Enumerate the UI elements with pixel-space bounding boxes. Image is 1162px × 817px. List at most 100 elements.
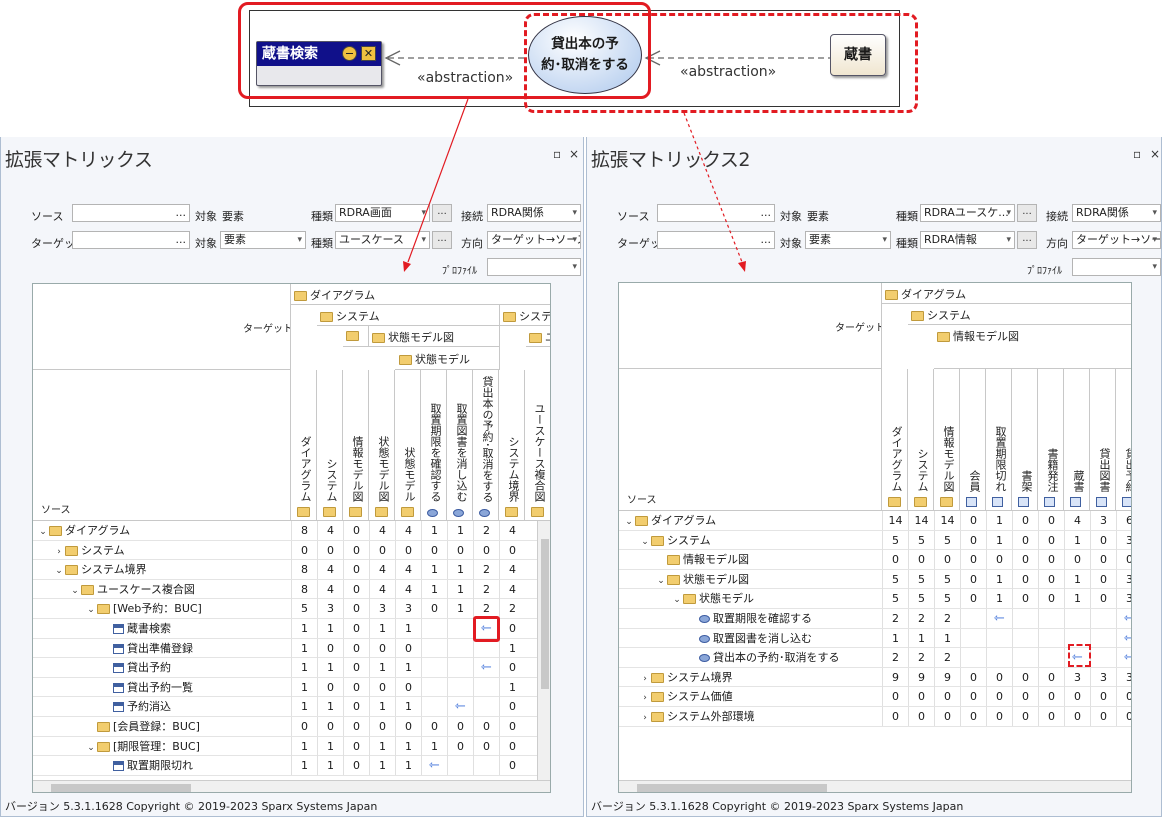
matrix-cell[interactable]: 0	[1012, 550, 1038, 570]
matrix-cell[interactable]: 1	[1064, 589, 1090, 609]
matrix-cell[interactable]: 0	[499, 697, 525, 717]
matrix-cell[interactable]: 0	[1012, 667, 1038, 687]
expander-icon[interactable]: ⌄	[85, 601, 97, 620]
matrix-cell[interactable]: 0	[499, 717, 525, 736]
matrix-cell[interactable]: 0	[317, 638, 343, 658]
table-row[interactable]: ⌄ システム 5 5 5 0 1 0 0 1 0 3	[619, 530, 1131, 551]
matrix-cell[interactable]: 0	[1012, 687, 1038, 707]
expander-icon[interactable]: ⌄	[655, 572, 667, 591]
matrix-cell[interactable]: 0	[499, 658, 525, 678]
matrix-cell[interactable]: 5	[908, 569, 934, 589]
matrix-cell[interactable]: 1	[447, 560, 473, 580]
table-row[interactable]: 蔵書検索 1 1 0 1 1 ⇽ 0	[33, 619, 537, 639]
table-row[interactable]: 取置期限を確認する 2 2 2 ⇽ ⇽	[619, 609, 1131, 629]
matrix-cell[interactable]: 0	[1116, 687, 1131, 707]
matrix-cell[interactable]: 0	[960, 687, 986, 707]
table-row[interactable]: ⌄ [期限管理：BUC] 1 1 0 1 1 1 0 0 0	[33, 736, 537, 757]
matrix-cell[interactable]	[1064, 609, 1090, 628]
expander-icon[interactable]: ›	[53, 543, 65, 562]
matrix-cell[interactable]: 4	[499, 560, 525, 580]
matrix-cell[interactable]: 0	[908, 707, 934, 726]
matrix-cell[interactable]: 0	[499, 540, 525, 560]
matrix-cell[interactable]: 3	[1116, 589, 1131, 609]
matrix-cell[interactable]	[447, 658, 473, 678]
column-header[interactable]: 取置期限切れ	[986, 369, 1012, 511]
matrix-cell[interactable]: 0	[934, 550, 960, 570]
matrix-cell[interactable]: 0	[1038, 707, 1064, 726]
matrix-cell[interactable]: 0	[986, 550, 1012, 570]
matrix-cell[interactable]: 0	[1038, 550, 1064, 570]
matrix-cell[interactable]	[986, 648, 1012, 668]
matrix-cell[interactable]	[421, 638, 447, 658]
matrix-cell[interactable]: 3	[1090, 667, 1116, 687]
matrix-cell[interactable]: 0	[447, 736, 473, 756]
matrix-cell[interactable]: 3	[369, 599, 395, 619]
expander-icon[interactable]: ⌄	[623, 513, 635, 532]
matrix-cell[interactable]: 1	[395, 697, 421, 717]
expander-icon[interactable]: ⌄	[69, 582, 81, 601]
column-header[interactable]: 書架	[1012, 369, 1038, 511]
column-header[interactable]: 書籍発注	[1038, 369, 1064, 511]
column-header[interactable]: 貸出図書	[1090, 369, 1116, 511]
matrix-cell[interactable]: 5	[882, 530, 908, 550]
matrix-cell[interactable]: 0	[343, 521, 369, 540]
matrix-cell[interactable]: 0	[369, 677, 395, 697]
matrix-cell[interactable]	[447, 638, 473, 658]
table-row[interactable]: ⌄ システム境界 8 4 0 4 4 1 1 2 4	[33, 560, 537, 580]
matrix-cell[interactable]: 4	[499, 521, 525, 540]
matrix-cell[interactable]: 4	[369, 521, 395, 540]
horizontal-scrollbar[interactable]	[33, 780, 550, 792]
matrix-cell[interactable]: 5	[908, 530, 934, 550]
column-header[interactable]: 取置期限を確認する	[421, 370, 447, 521]
matrix-cell[interactable]: 4	[395, 560, 421, 580]
matrix-cell[interactable]	[1038, 628, 1064, 648]
matrix-cell[interactable]: 0	[1090, 687, 1116, 707]
matrix-cell[interactable]: 2	[934, 648, 960, 668]
matrix-cell[interactable]: ⇽	[447, 697, 473, 717]
matrix-cell[interactable]: 0	[1064, 707, 1090, 726]
matrix-cell[interactable]: 9	[882, 667, 908, 687]
matrix-cell[interactable]: 1	[317, 697, 343, 717]
matrix-cell[interactable]: 1	[291, 638, 317, 658]
matrix-cell[interactable]: 4	[317, 579, 343, 599]
matrix-cell[interactable]: 1	[291, 697, 317, 717]
column-header[interactable]: 取置図書を消し込む	[447, 370, 473, 521]
matrix-cell[interactable]: ⇽	[1116, 628, 1131, 648]
matrix-cell[interactable]: 1	[369, 619, 395, 638]
matrix-cell[interactable]: 0	[1038, 667, 1064, 687]
matrix-cell[interactable]: 0	[1012, 707, 1038, 726]
matrix-cell[interactable]: ⇽	[986, 609, 1012, 628]
matrix-cell[interactable]	[1012, 628, 1038, 648]
matrix-cell[interactable]: 0	[447, 540, 473, 560]
matrix-cell[interactable]: 1	[395, 658, 421, 678]
table-row[interactable]: 貸出予約 1 1 0 1 1 ⇽ 0	[33, 658, 537, 678]
matrix-cell[interactable]: 0	[343, 736, 369, 756]
matrix-cell[interactable]: 0	[1116, 707, 1131, 726]
matrix-cell[interactable]: 1	[447, 579, 473, 599]
matrix-cell[interactable]: 1	[499, 677, 525, 697]
matrix-cell[interactable]: 1	[317, 658, 343, 678]
matrix-cell[interactable]: 0	[499, 756, 525, 776]
expander-icon[interactable]: ⌄	[53, 562, 65, 581]
vertical-scrollbar[interactable]	[537, 521, 550, 780]
matrix-cell[interactable]: 0	[421, 599, 447, 619]
matrix-cell[interactable]: 1	[291, 736, 317, 756]
matrix-cell[interactable]: ⇽	[1116, 609, 1131, 628]
matrix-cell[interactable]: 0	[317, 717, 343, 736]
matrix-cell[interactable]: 0	[473, 736, 499, 756]
matrix-cell[interactable]: 0	[1012, 569, 1038, 589]
matrix-cell[interactable]: 14	[908, 511, 934, 530]
matrix-cell[interactable]: 1	[291, 756, 317, 776]
matrix-cell[interactable]: 0	[343, 717, 369, 736]
matrix-cell[interactable]: 5	[882, 589, 908, 609]
matrix-cell[interactable]: 1	[986, 569, 1012, 589]
matrix-cell[interactable]: 5	[934, 530, 960, 550]
matrix-cell[interactable]: 1	[447, 521, 473, 540]
matrix-cell[interactable]: 0	[934, 687, 960, 707]
matrix-cell[interactable]: 0	[343, 658, 369, 678]
matrix-cell[interactable]: 3	[395, 599, 421, 619]
matrix-cell[interactable]: 0	[343, 599, 369, 619]
column-header[interactable]: 貸出本の予約･取消をする	[473, 370, 499, 521]
table-row[interactable]: ⌄ ダイアグラム 14 14 14 0 1 0 0 4 3 6	[619, 511, 1131, 532]
table-row[interactable]: 予約消込 1 1 0 1 1 ⇽ 0	[33, 697, 537, 717]
